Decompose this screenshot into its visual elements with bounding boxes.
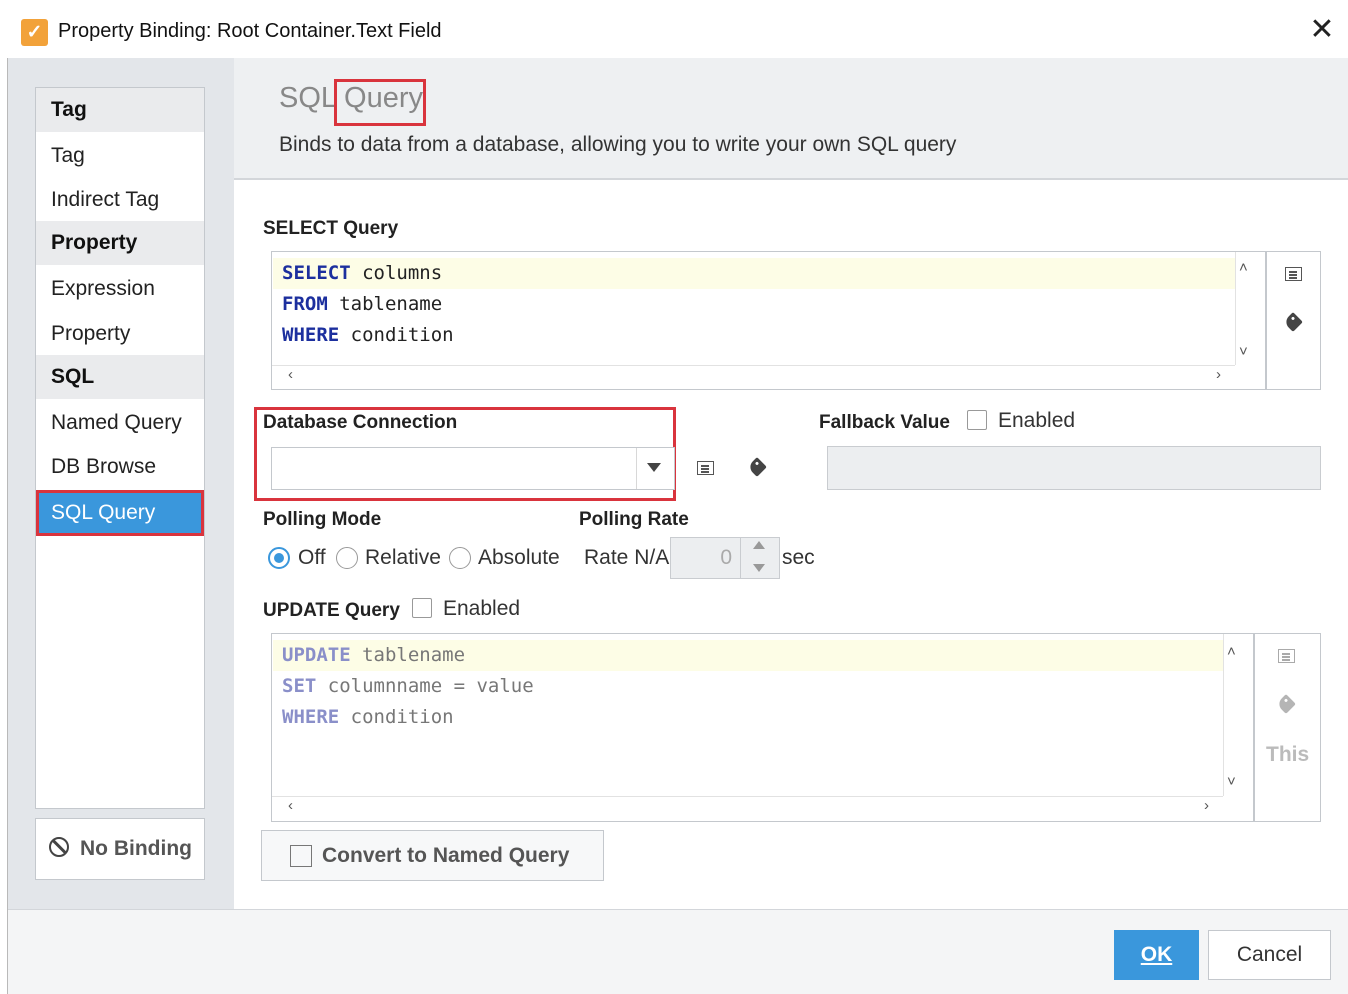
no-binding-label: No Binding — [80, 837, 192, 860]
polling-relative-label: Relative — [365, 546, 441, 569]
select-query-editor[interactable]: SELECT columns FROM tablename WHERE cond… — [271, 251, 1266, 390]
spinner-divider — [740, 538, 741, 578]
polling-rate-text: Rate N/A — [584, 546, 670, 569]
update-this-label: This — [1266, 743, 1310, 766]
select-query-label: SELECT Query — [263, 218, 399, 239]
binding-item-sql-query[interactable]: SQL Query — [36, 490, 204, 536]
polling-relative-radio[interactable] — [336, 547, 358, 569]
scroll-right-icon[interactable]: › — [1216, 367, 1221, 382]
scroll-left-icon[interactable]: ‹ — [288, 367, 293, 382]
fallback-enabled-checkbox[interactable] — [967, 410, 987, 430]
scroll-down-icon[interactable]: ˅ — [1239, 344, 1248, 359]
update-scroll-down-icon[interactable]: ˅ — [1227, 774, 1236, 789]
binding-app-icon: ✓ — [21, 19, 48, 46]
scroll-up-icon[interactable]: ˄ — [1239, 260, 1248, 275]
update-scroll-left-icon[interactable]: ‹ — [288, 798, 293, 813]
binding-item-indirect-tag[interactable]: Indirect Tag — [36, 178, 204, 222]
fallback-value-label: Fallback Value — [819, 412, 950, 433]
binding-item-tag[interactable]: Tag — [36, 134, 204, 178]
update-query-editor[interactable]: UPDATE tablename SET columnname = value … — [271, 633, 1254, 822]
select-line-2: FROM tablename — [282, 293, 443, 315]
convert-button-label: Convert to Named Query — [322, 844, 570, 867]
header-divider — [234, 178, 1348, 180]
polling-rate-value: 0 — [720, 546, 732, 569]
polling-mode-label: Polling Mode — [263, 509, 382, 530]
vertical-scrollbar[interactable]: ˄ ˅ — [1235, 252, 1254, 365]
window-title: Property Binding: Root Container.Text Fi… — [58, 20, 442, 42]
polling-off-radio[interactable] — [268, 547, 290, 569]
polling-absolute-label: Absolute — [478, 546, 560, 569]
chevron-down-icon[interactable] — [647, 463, 661, 472]
convert-to-named-query-button[interactable]: Convert to Named Query — [261, 830, 604, 881]
no-binding-icon — [49, 837, 69, 857]
named-query-icon — [290, 845, 312, 867]
update-scroll-right-icon[interactable]: › — [1204, 798, 1209, 813]
combo-divider — [636, 448, 637, 489]
update-enabled-label: Enabled — [443, 597, 521, 620]
binding-item-db-browse[interactable]: DB Browse — [36, 445, 204, 489]
title-highlight-outline — [334, 79, 426, 126]
fallback-value-field[interactable] — [827, 446, 1321, 490]
db-table-browser-icon[interactable] — [697, 461, 714, 475]
select-line-3: WHERE condition — [282, 324, 454, 346]
binding-item-expression[interactable]: Expression — [36, 267, 204, 311]
update-line-2: SET columnname = value — [282, 675, 534, 697]
update-query-label: UPDATE Query — [263, 600, 400, 621]
close-icon[interactable]: ✕ — [1306, 14, 1338, 46]
spinner-up-icon[interactable] — [753, 541, 765, 549]
binding-item-named-query[interactable]: Named Query — [36, 401, 204, 445]
update-table-browser-icon — [1278, 649, 1295, 663]
binding-item-property[interactable]: Property — [36, 312, 204, 356]
polling-rate-label: Polling Rate — [579, 509, 689, 530]
spinner-down-icon[interactable] — [753, 564, 765, 572]
polling-absolute-radio[interactable] — [449, 547, 471, 569]
update-line-1: UPDATE tablename — [282, 644, 466, 666]
horizontal-scrollbar[interactable]: ‹ › — [272, 365, 1235, 384]
group-header-property: Property — [36, 221, 204, 265]
update-line-3: WHERE condition — [282, 706, 454, 728]
database-connection-label: Database Connection — [263, 412, 458, 433]
ok-button[interactable]: OK — [1114, 930, 1199, 980]
cancel-button[interactable]: Cancel — [1208, 930, 1331, 980]
select-line-1: SELECT columns — [282, 262, 443, 284]
polling-rate-unit: sec — [782, 546, 815, 569]
update-scroll-up-icon[interactable]: ˄ — [1227, 644, 1236, 659]
table-browser-icon[interactable] — [1285, 267, 1302, 281]
group-header-tag: Tag — [36, 88, 204, 132]
update-enabled-checkbox[interactable] — [412, 598, 432, 618]
page-description: Binds to data from a database, allowing … — [279, 133, 957, 156]
update-vertical-scrollbar[interactable]: ˄ ˅ — [1223, 634, 1242, 796]
database-connection-select[interactable] — [271, 447, 675, 490]
polling-off-label: Off — [298, 546, 326, 569]
group-header-sql: SQL — [36, 355, 204, 399]
fallback-enabled-label: Enabled — [998, 409, 1076, 432]
update-horizontal-scrollbar[interactable]: ‹ › — [272, 796, 1223, 815]
